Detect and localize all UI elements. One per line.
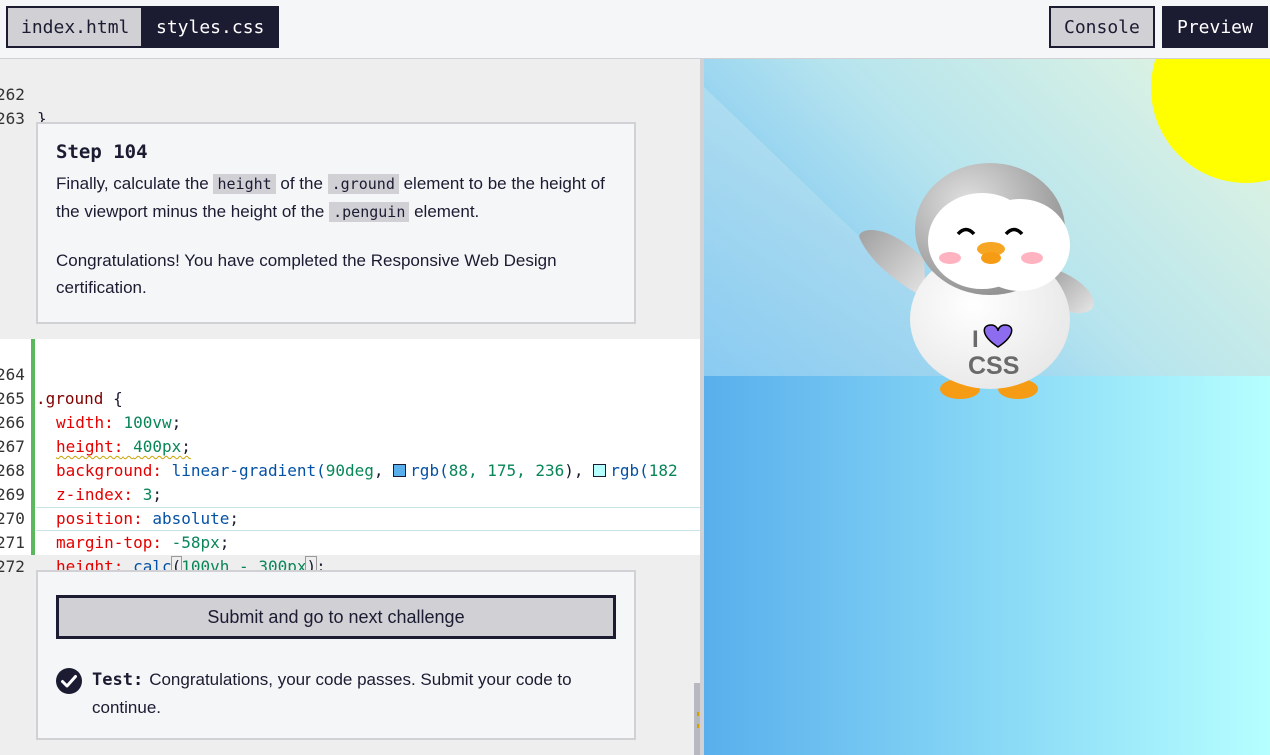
code-line[interactable]: 265 width: 100vw; — [0, 363, 181, 432]
test-label: Test: — [92, 670, 144, 690]
check-circle-icon — [56, 668, 82, 694]
scrollbar-marker — [697, 724, 699, 728]
tab-index-html[interactable]: index.html — [6, 6, 145, 48]
css-function: rgb( — [410, 461, 449, 480]
code-line[interactable]: 268 z-index: 3; — [0, 435, 162, 504]
instruction-paragraph: Finally, calculate the height of the .gr… — [56, 170, 616, 226]
test-text: Congratulations, your code passes. Submi… — [92, 670, 572, 717]
top-bar: index.html styles.css Console Preview — [0, 0, 1270, 59]
penguin: I CSS — [859, 163, 1094, 399]
css-value: 88, 175, 236 — [448, 461, 565, 480]
css-value: 400px — [133, 437, 182, 456]
test-message: Test: Congratulations, your code passes. … — [92, 666, 616, 721]
css-function: rgb( — [610, 461, 649, 480]
code-line[interactable]: 266 height: 400px; — [0, 387, 191, 456]
css-property: margin-top: — [56, 533, 162, 552]
code-line[interactable]: 264 .ground { — [0, 339, 123, 408]
code-line[interactable]: 271 height: calc(100vh - 300px); — [0, 507, 326, 577]
css-value: -58px — [171, 533, 220, 552]
instructions-panel: Step 104 Finally, calculate the height o… — [36, 122, 636, 324]
code-line[interactable]: 267 background: linear-gradient(90deg, r… — [0, 411, 678, 480]
inline-code: .ground — [327, 174, 399, 194]
code-editor[interactable]: 262 } 263 Step 104 Finally, calculate th… — [0, 59, 700, 755]
css-property: width: — [56, 413, 114, 432]
css-value: 3 — [142, 485, 153, 504]
code-line: 262 } — [0, 59, 47, 128]
ground — [704, 376, 1270, 755]
preview-button[interactable]: Preview — [1162, 6, 1268, 48]
inline-code: .penguin — [329, 202, 410, 222]
penguin-cheek — [939, 252, 961, 264]
css-property: height: — [56, 437, 124, 456]
color-swatch[interactable] — [593, 464, 607, 477]
test-result: Test: Congratulations, your code passes. … — [56, 666, 616, 721]
tab-styles-css[interactable]: styles.css — [141, 6, 280, 48]
step-title: Step 104 — [56, 141, 148, 163]
css-selector: .ground — [36, 389, 104, 408]
shirt-text-i: I — [972, 326, 979, 353]
shirt-text-css: CSS — [968, 352, 1019, 380]
css-property: position: — [56, 509, 143, 528]
submit-panel: Submit and go to next challenge Test: Con… — [36, 570, 636, 740]
css-function: linear-gradient( — [171, 461, 326, 480]
code-line[interactable]: 270 margin-top: -58px; — [0, 483, 229, 552]
instruction-text: of the — [275, 174, 328, 193]
editor-scrollbar[interactable] — [694, 683, 700, 755]
css-value: 100vw — [123, 413, 172, 432]
code-line[interactable]: 269 position: absolute; — [0, 459, 239, 528]
css-value: 90deg — [325, 461, 374, 480]
congrats-paragraph: Congratulations! You have completed the … — [56, 251, 557, 297]
submit-button[interactable]: Submit and go to next challenge — [56, 595, 616, 639]
code-line[interactable]: 272 } — [0, 531, 46, 600]
color-swatch[interactable] — [393, 464, 407, 477]
console-button[interactable]: Console — [1049, 6, 1155, 48]
preview-pane: I CSS — [704, 59, 1270, 755]
css-value: 182 — [648, 461, 678, 480]
brace: { — [103, 389, 123, 408]
line-number: 263 — [0, 109, 25, 128]
instruction-text: element. — [409, 202, 480, 221]
penguin-wing — [859, 230, 926, 299]
instruction-text: Finally, calculate the — [56, 174, 214, 193]
inline-code: height — [213, 174, 276, 194]
css-property: z-index: — [56, 485, 134, 504]
css-value: absolute — [152, 509, 230, 528]
css-property: background: — [56, 461, 162, 480]
line-number: 272 — [0, 557, 25, 576]
code-line: 263 — [0, 83, 39, 128]
scrollbar-marker — [697, 712, 699, 716]
penguin-cheek — [1021, 252, 1043, 264]
